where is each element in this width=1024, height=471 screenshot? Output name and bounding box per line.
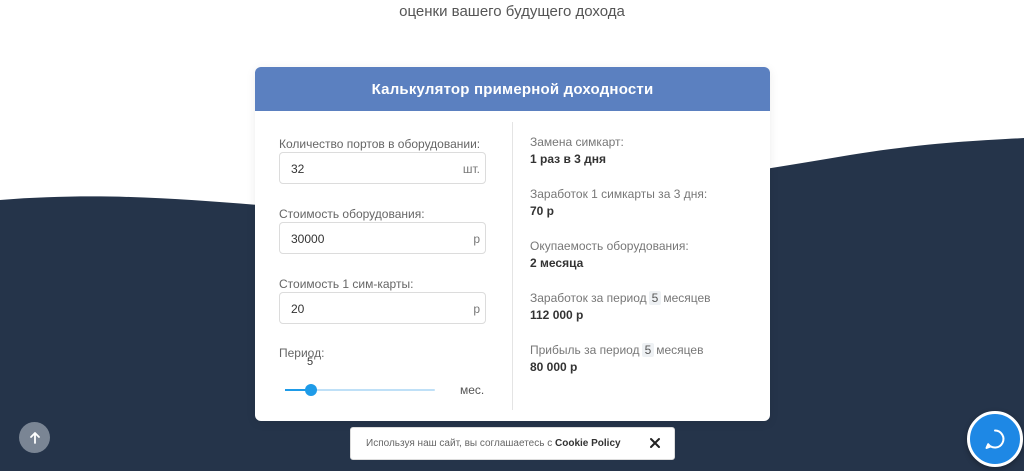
calculator-title: Калькулятор примерной доходности (255, 67, 770, 111)
equipment-cost-value: 30000 (291, 232, 325, 246)
period-unit: мес. (460, 383, 485, 397)
sim-earnings-value: 70 р (530, 204, 555, 218)
ports-label: Количество портов в оборудовании: (279, 137, 481, 151)
period-earnings-label: Заработок за период 5 месяцев (530, 291, 711, 305)
close-icon[interactable] (648, 436, 662, 450)
arrow-up-icon (29, 431, 40, 444)
payback-value: 2 месяца (530, 256, 584, 270)
period-earnings-value: 112 000 р (530, 308, 584, 322)
ports-value: 32 (291, 162, 305, 176)
sim-replacement-value: 1 раз в 3 дня (530, 152, 607, 166)
equipment-cost-unit: р (473, 232, 480, 246)
period-profit-value: 80 000 р (530, 360, 578, 374)
equipment-cost-input[interactable]: 30000 р (279, 222, 486, 254)
sim-cost-value: 20 (291, 302, 305, 316)
cookie-text: Используя наш сайт, вы соглашаетесь с Co… (366, 438, 621, 449)
hero-subtitle: оценки вашего будущего дохода (399, 3, 625, 20)
sim-cost-unit: р (473, 302, 480, 316)
period-profit-label: Прибыль за период 5 месяцев (530, 343, 703, 357)
period-profit-label-prefix: Прибыль за период (530, 343, 640, 357)
period-label: Период: (279, 346, 325, 360)
profit-calculator-card: Калькулятор примерной доходности Количес… (255, 67, 770, 421)
payback-label: Окупаемость оборудования: (530, 239, 689, 253)
sim-earnings-label: Заработок 1 симкарты за 3 дня: (530, 187, 708, 201)
ports-input[interactable]: 32 шт. (279, 152, 486, 184)
cookie-policy-link[interactable]: Cookie Policy (555, 438, 621, 449)
chat-button[interactable] (967, 411, 1023, 467)
sim-replacement-label: Замена симкарт: (530, 135, 624, 149)
sim-cost-input[interactable]: 20 р (279, 292, 486, 324)
period-profit-months-chip: 5 (641, 343, 655, 357)
period-profit-label-suffix: месяцев (656, 343, 704, 357)
period-slider-handle[interactable] (304, 384, 317, 396)
period-earnings-months-chip: 5 (648, 291, 662, 305)
cookie-banner: Используя наш сайт, вы соглашаетесь с Co… (350, 427, 675, 460)
ports-unit: шт. (462, 162, 480, 176)
sim-cost-label: Стоимость 1 сим-карты: (279, 277, 414, 291)
scroll-up-button[interactable] (19, 422, 50, 453)
column-divider (512, 122, 513, 410)
period-earnings-label-prefix: Заработок за период (530, 291, 647, 305)
period-value: 5 (307, 356, 314, 368)
period-earnings-label-suffix: месяцев (663, 291, 711, 305)
chat-bubble-icon (985, 429, 1005, 449)
equipment-cost-label: Стоимость оборудования: (279, 207, 425, 221)
cookie-message: Используя наш сайт, вы соглашаетесь с (366, 438, 553, 449)
